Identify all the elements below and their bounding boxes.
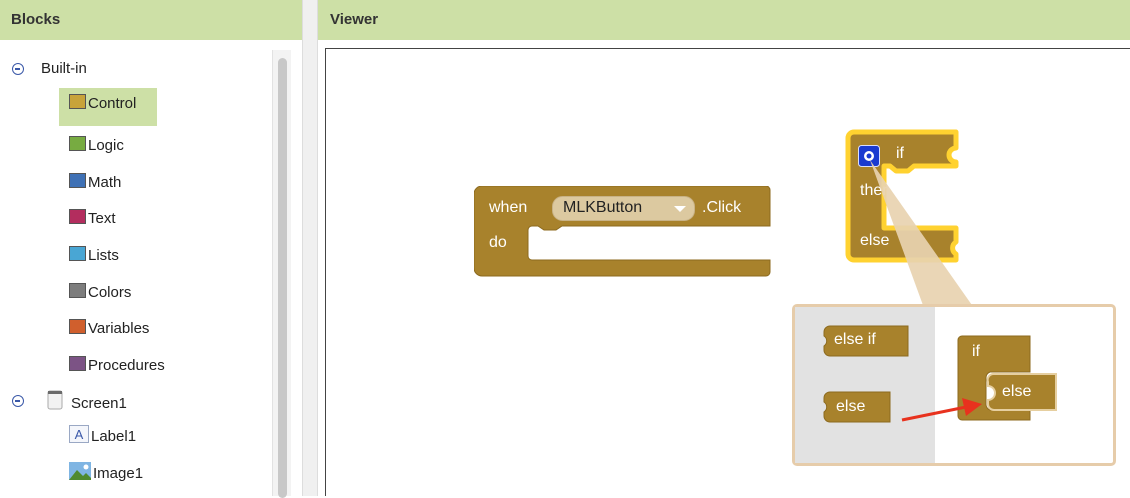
tree-item-label: Procedures [88, 357, 165, 374]
workspace-else-label: else [1002, 383, 1032, 400]
tree-item-label: Text [88, 210, 116, 227]
tree-item-variables[interactable]: Variables [69, 317, 149, 341]
image-icon [69, 462, 91, 480]
variables-color-swatch-icon [69, 319, 86, 334]
text-color-swatch-icon [69, 209, 86, 224]
tree-item-colors[interactable]: Colors [69, 281, 131, 305]
viewer-title: Viewer [318, 0, 1130, 40]
panel-splitter[interactable] [302, 0, 318, 496]
tree-item-math[interactable]: Math [69, 171, 121, 195]
do-label: do [489, 234, 507, 251]
component-name[interactable]: MLKButton [563, 199, 642, 217]
drag-arrow-icon [901, 398, 982, 422]
tree-item-label: Lists [88, 247, 119, 264]
event-name: .Click [702, 199, 742, 216]
tree-item-procedures[interactable]: Procedures [69, 354, 165, 378]
image1-label: Image1 [93, 465, 144, 482]
tree-item-label: Control [88, 95, 137, 112]
tree-item-lists[interactable]: Lists [69, 244, 119, 268]
tree-item-screen1[interactable]: Screen1 [47, 390, 127, 414]
workspace-if-label: if [972, 343, 980, 360]
palette-else-if-label: else if [834, 331, 876, 348]
tree-item-label: Math [88, 174, 122, 191]
collapse-builtin-icon[interactable] [12, 63, 24, 75]
screen1-label: Screen1 [71, 395, 127, 412]
tree-item-text[interactable]: Text [69, 207, 116, 231]
tree-item-label: Variables [88, 320, 150, 337]
tree-item-logic[interactable]: Logic [69, 134, 124, 158]
collapse-screen1-icon[interactable] [12, 395, 24, 407]
tree-item-label1[interactable]: A Label1 [69, 425, 136, 449]
procedures-color-swatch-icon [69, 356, 86, 371]
math-color-swatch-icon [69, 173, 86, 188]
tree-item-image1[interactable]: Image1 [69, 462, 143, 486]
blocks-scrollbar[interactable] [272, 50, 291, 498]
tree-item-label: Logic [88, 137, 124, 154]
mutator-bubble-stem [870, 160, 974, 308]
control-color-swatch-icon [69, 94, 86, 109]
logic-color-swatch-icon [69, 136, 86, 151]
colors-color-swatch-icon [69, 283, 86, 298]
tree-item-label: Colors [88, 284, 132, 301]
when-label: when [489, 199, 528, 216]
lists-color-swatch-icon [69, 246, 86, 261]
label-icon: A [69, 425, 89, 443]
svg-text:A: A [75, 427, 84, 442]
label1-label: Label1 [91, 428, 137, 445]
tree-item-control[interactable]: Control [69, 92, 136, 116]
blocks-panel-title: Blocks [0, 0, 302, 40]
builtin-label[interactable]: Built-in [41, 57, 87, 81]
screen-icon [47, 390, 63, 410]
blocks-scrollbar-thumb[interactable] [278, 58, 287, 498]
palette-else-label: else [836, 398, 866, 415]
